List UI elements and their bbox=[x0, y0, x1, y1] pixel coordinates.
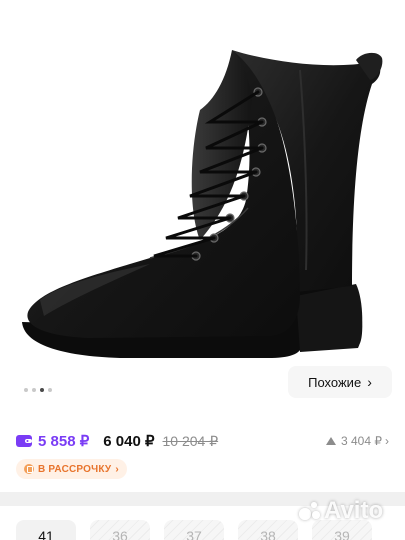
avito-logo-icon bbox=[298, 500, 320, 522]
size-label: 37 bbox=[186, 528, 202, 540]
gallery-dot[interactable] bbox=[24, 388, 28, 392]
price-drop-icon bbox=[326, 437, 336, 445]
size-option-37[interactable]: 37 bbox=[164, 520, 224, 540]
installment-badge[interactable]: В РАССРОЧКУ › bbox=[16, 459, 127, 479]
installment-label: В РАССРОЧКУ bbox=[38, 463, 112, 475]
size-label: 38 bbox=[260, 528, 276, 540]
gallery-dot[interactable] bbox=[48, 388, 52, 392]
current-price: 6 040 ₽ bbox=[103, 433, 155, 450]
installment-icon bbox=[24, 464, 34, 474]
price-drop-value: 3 404 ₽ bbox=[341, 434, 382, 448]
gallery-dot[interactable] bbox=[32, 388, 36, 392]
gallery-dots[interactable] bbox=[24, 388, 52, 392]
chevron-right-icon: › bbox=[367, 374, 372, 390]
price-drop[interactable]: 3 404 ₽ › bbox=[326, 434, 389, 448]
price-row: 5 858 ₽ 6 040 ₽ 10 204 ₽ 3 404 ₽ › bbox=[16, 430, 389, 452]
chevron-right-icon: › bbox=[385, 434, 389, 448]
size-option-36[interactable]: 36 bbox=[90, 520, 150, 540]
wallet-price: 5 858 ₽ bbox=[38, 433, 90, 450]
price-card: 5 858 ₽ 6 040 ₽ 10 204 ₽ 3 404 ₽ › В РАС… bbox=[0, 410, 405, 492]
size-label: 41 bbox=[38, 528, 54, 540]
avito-watermark: Avito bbox=[298, 497, 383, 525]
old-price: 10 204 ₽ bbox=[162, 432, 219, 449]
size-option-41[interactable]: 41 bbox=[16, 520, 76, 540]
product-image[interactable]: Похожие › bbox=[0, 0, 405, 405]
boot-image bbox=[22, 50, 383, 358]
similar-label: Похожие bbox=[308, 374, 362, 390]
similar-button[interactable]: Похожие › bbox=[288, 366, 392, 398]
size-option-38[interactable]: 38 bbox=[238, 520, 298, 540]
chevron-right-icon: › bbox=[115, 463, 119, 475]
size-label: 39 bbox=[334, 528, 350, 540]
size-label: 36 bbox=[112, 528, 128, 540]
wallet-icon bbox=[16, 435, 32, 447]
gallery-dot-active[interactable] bbox=[40, 388, 44, 392]
watermark-brand: Avito bbox=[324, 497, 384, 524]
